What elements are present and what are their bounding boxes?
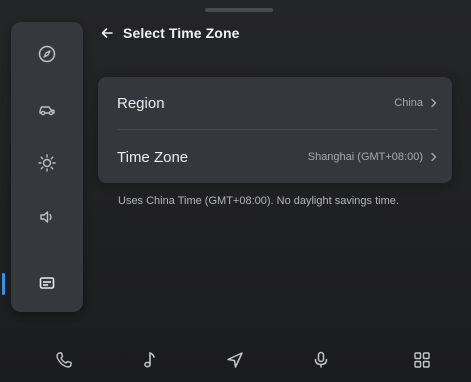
region-row[interactable]: Region China bbox=[98, 77, 452, 129]
car-icon bbox=[39, 106, 55, 116]
rail-item-display[interactable] bbox=[11, 143, 83, 183]
region-value-group: China bbox=[394, 97, 438, 109]
rail-item-compass[interactable] bbox=[11, 34, 83, 74]
music-note-icon bbox=[144, 352, 155, 368]
page-title: Select Time Zone bbox=[123, 25, 240, 41]
time-zone-note: Uses China Time (GMT+08:00). No daylight… bbox=[118, 195, 399, 207]
drag-handle[interactable] bbox=[205, 8, 273, 12]
back-arrow-icon[interactable] bbox=[100, 26, 114, 40]
page-header: Select Time Zone bbox=[100, 22, 240, 44]
dock-apps[interactable] bbox=[408, 346, 436, 374]
brightness-icon bbox=[38, 154, 56, 172]
time-zone-row[interactable]: Time Zone Shanghai (GMT+08:00) bbox=[98, 131, 452, 183]
region-label: Region bbox=[117, 94, 165, 112]
microphone-icon bbox=[314, 351, 328, 368]
rail-item-system[interactable] bbox=[2, 263, 83, 303]
rail-item-sound[interactable] bbox=[11, 197, 83, 237]
settings-side-rail bbox=[2, 22, 83, 312]
time-zone-settings-screen: Select Time Zone Region China Time Zone … bbox=[0, 0, 471, 382]
chevron-right-icon bbox=[430, 152, 438, 162]
time-zone-label: Time Zone bbox=[117, 148, 189, 166]
bottom-dock bbox=[0, 336, 471, 382]
time-zone-value-group: Shanghai (GMT+08:00) bbox=[308, 151, 438, 163]
active-indicator bbox=[2, 273, 5, 295]
navigation-icon bbox=[227, 352, 243, 368]
time-zone-value: Shanghai (GMT+08:00) bbox=[307, 151, 423, 163]
dock-navigation[interactable] bbox=[221, 346, 249, 374]
settings-card: Region China Time Zone Shanghai (GMT+08:… bbox=[98, 77, 452, 183]
apps-grid-icon bbox=[414, 352, 430, 368]
dock-phone[interactable] bbox=[50, 346, 78, 374]
rail-item-car[interactable] bbox=[11, 89, 83, 129]
row-divider bbox=[117, 129, 437, 130]
region-value: China bbox=[394, 97, 423, 109]
dock-music[interactable] bbox=[135, 346, 163, 374]
dock-voice[interactable] bbox=[307, 346, 335, 374]
speaker-icon bbox=[40, 211, 52, 223]
phone-icon bbox=[56, 352, 72, 368]
compass-icon bbox=[38, 45, 56, 63]
system-card-icon bbox=[39, 277, 55, 289]
chevron-right-icon bbox=[430, 98, 438, 108]
